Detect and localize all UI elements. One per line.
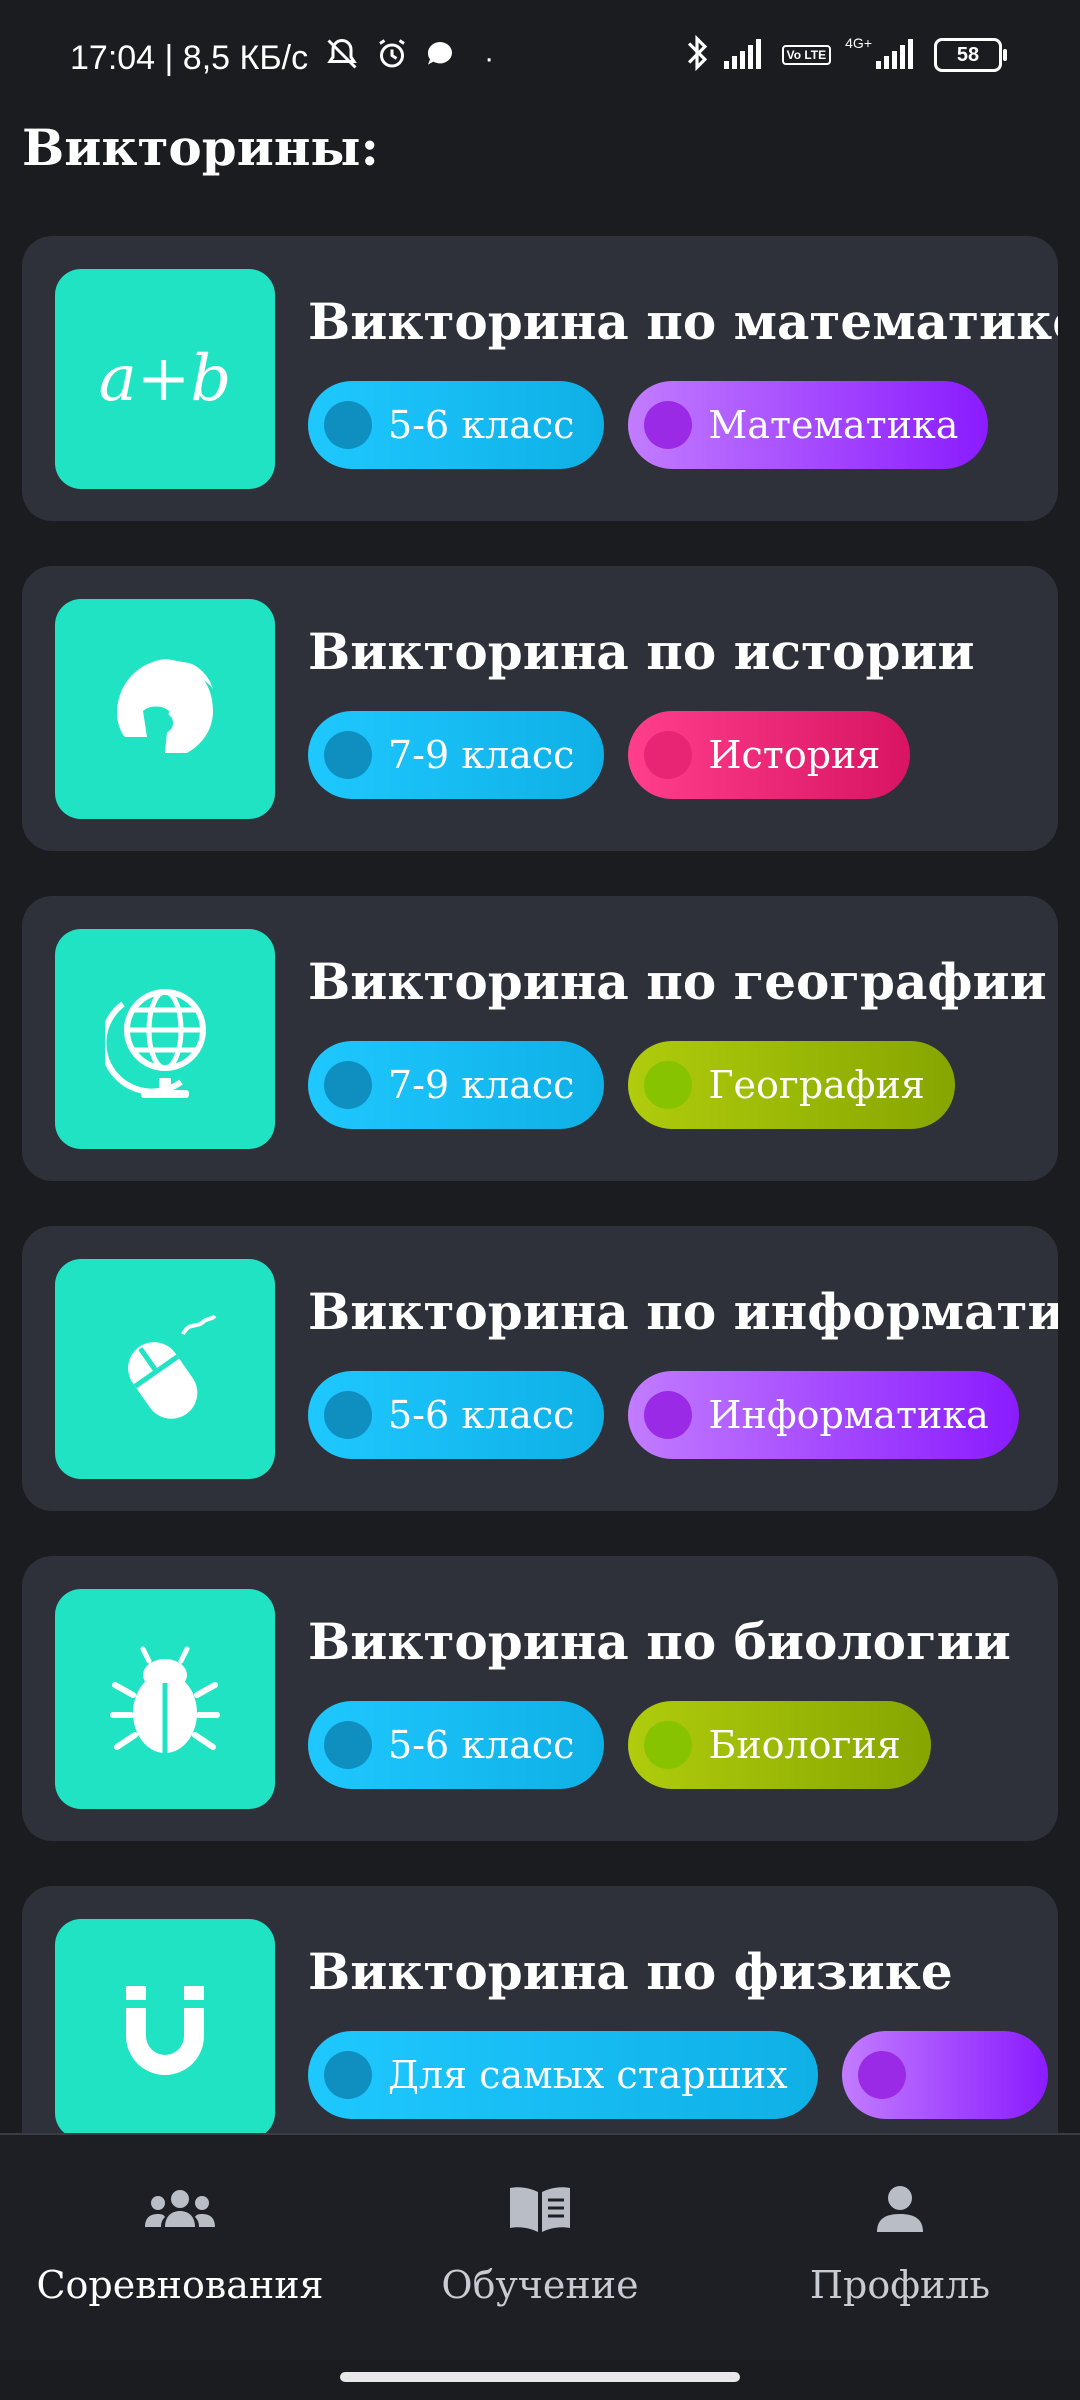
- chip-dot: [324, 1721, 372, 1769]
- magnet-icon: [55, 1919, 275, 2136]
- grade-chip[interactable]: 5-6 класс: [308, 1371, 605, 1459]
- grade-chip[interactable]: Для самых старших: [308, 2031, 818, 2119]
- quiz-title: Викторина по географии: [308, 952, 1047, 1011]
- quiz-tags: 7-9 класс География: [308, 1041, 1048, 1129]
- chip-dot: [324, 1391, 372, 1439]
- signal-icon: [723, 37, 768, 73]
- mouse-icon: [55, 1259, 275, 1479]
- quiz-title: Викторина по биологии: [308, 1612, 1011, 1671]
- subject-chip[interactable]: Математика: [628, 381, 989, 469]
- nav-competitions[interactable]: Соревнования: [0, 2135, 360, 2360]
- chip-dot: [324, 731, 372, 779]
- chip-dot: [857, 2051, 906, 2099]
- dot-icon: ·: [484, 41, 495, 75]
- formula-text: a+b: [98, 342, 232, 416]
- quiz-title: Викторина по математике: [308, 292, 1058, 351]
- quiz-tags: 5-6 класс Информатика: [308, 1371, 1048, 1459]
- quiz-tags: 5-6 класс Биология: [308, 1701, 1048, 1789]
- quiz-list[interactable]: a+b Викторина по математике 5-6 класс Ма…: [22, 236, 1058, 2136]
- subject-chip[interactable]: Информатика: [628, 1371, 1019, 1459]
- status-right: Vo LTE 4G+ 58: [684, 34, 1007, 76]
- battery-level: 58: [956, 43, 980, 66]
- quiz-title: Викторина по информатике: [308, 1282, 1058, 1341]
- grade-label: Для самых старших: [388, 2053, 788, 2097]
- chip-dot: [644, 731, 693, 779]
- quiz-card-math[interactable]: a+b Викторина по математике 5-6 класс Ма…: [22, 236, 1058, 521]
- subject-label: История: [708, 733, 881, 777]
- grade-chip[interactable]: 5-6 класс: [308, 1701, 605, 1789]
- home-indicator[interactable]: [340, 2372, 740, 2382]
- grade-label: 5-6 класс: [388, 403, 575, 447]
- bottom-navigation: Соревнования Обучение Профиль: [0, 2133, 1080, 2360]
- nav-label: Обучение: [441, 2263, 639, 2307]
- status-left: 17:04 | 8,5 КБ/с ·: [70, 36, 494, 81]
- chip-dot: [644, 1061, 693, 1109]
- nav-learning[interactable]: Обучение: [360, 2135, 720, 2360]
- quiz-card-physics[interactable]: Викторина по физике Для самых старших: [22, 1886, 1058, 2136]
- alarm-icon: [374, 36, 410, 81]
- spartan-helmet-icon: [55, 599, 275, 819]
- quiz-card-geography[interactable]: Викторина по географии 7-9 класс Географ…: [22, 896, 1058, 1181]
- chip-dot: [644, 1391, 693, 1439]
- chip-dot: [324, 401, 372, 449]
- user-icon: [875, 2179, 925, 2239]
- grade-chip[interactable]: 7-9 класс: [308, 711, 605, 799]
- globe-icon: [55, 929, 275, 1149]
- subject-label: Биология: [708, 1723, 901, 1767]
- chip-dot: [324, 2051, 372, 2099]
- page-title: Викторины:: [22, 118, 380, 177]
- nav-profile[interactable]: Профиль: [720, 2135, 1080, 2360]
- grade-label: 7-9 класс: [388, 733, 575, 777]
- quiz-tags: 7-9 класс История: [308, 711, 1048, 799]
- chip-dot: [644, 401, 693, 449]
- bug-icon: [55, 1589, 275, 1809]
- subject-label: Информатика: [708, 1393, 989, 1437]
- subject-chip[interactable]: Биология: [628, 1701, 931, 1789]
- bluetooth-icon: [684, 34, 710, 76]
- subject-label: Математика: [708, 403, 959, 447]
- quiz-tags: Для самых старших: [308, 2031, 1048, 2119]
- book-icon: [508, 2179, 572, 2239]
- subject-label: География: [708, 1063, 925, 1107]
- subject-chip[interactable]: [841, 2031, 1048, 2119]
- quiz-title: Викторина по истории: [308, 622, 975, 681]
- subject-chip[interactable]: География: [628, 1041, 955, 1129]
- grade-chip[interactable]: 5-6 класс: [308, 381, 605, 469]
- grade-label: 5-6 класс: [388, 1723, 575, 1767]
- chip-dot: [644, 1721, 693, 1769]
- quiz-card-biology[interactable]: Викторина по биологии 5-6 класс Биология: [22, 1556, 1058, 1841]
- status-bar: 17:04 | 8,5 КБ/с · Vo LTE 4G+ 58: [0, 0, 1080, 120]
- network-type: 4G+: [845, 35, 872, 51]
- chip-dot: [324, 1061, 372, 1109]
- chat-icon: [424, 38, 456, 79]
- users-icon: [145, 2179, 215, 2239]
- battery-icon: 58: [934, 38, 1007, 72]
- grade-label: 5-6 класс: [388, 1393, 575, 1437]
- status-time-speed: 17:04 | 8,5 КБ/с: [70, 39, 309, 77]
- quiz-title: Викторина по физике: [308, 1942, 953, 2001]
- subject-chip[interactable]: История: [628, 711, 911, 799]
- grade-label: 7-9 класс: [388, 1063, 575, 1107]
- formula-icon: a+b: [55, 269, 275, 489]
- mute-bell-icon: [324, 36, 360, 81]
- signal-icon-2: [876, 37, 920, 73]
- quiz-card-informatics[interactable]: Викторина по информатике 5-6 класс Инфор…: [22, 1226, 1058, 1511]
- nav-label: Профиль: [809, 2263, 991, 2307]
- quiz-tags: 5-6 класс Математика: [308, 381, 1048, 469]
- grade-chip[interactable]: 7-9 класс: [308, 1041, 605, 1129]
- volte-badge: Vo LTE: [781, 45, 832, 65]
- quiz-card-history[interactable]: Викторина по истории 7-9 класс История: [22, 566, 1058, 851]
- nav-label: Соревнования: [36, 2263, 324, 2307]
